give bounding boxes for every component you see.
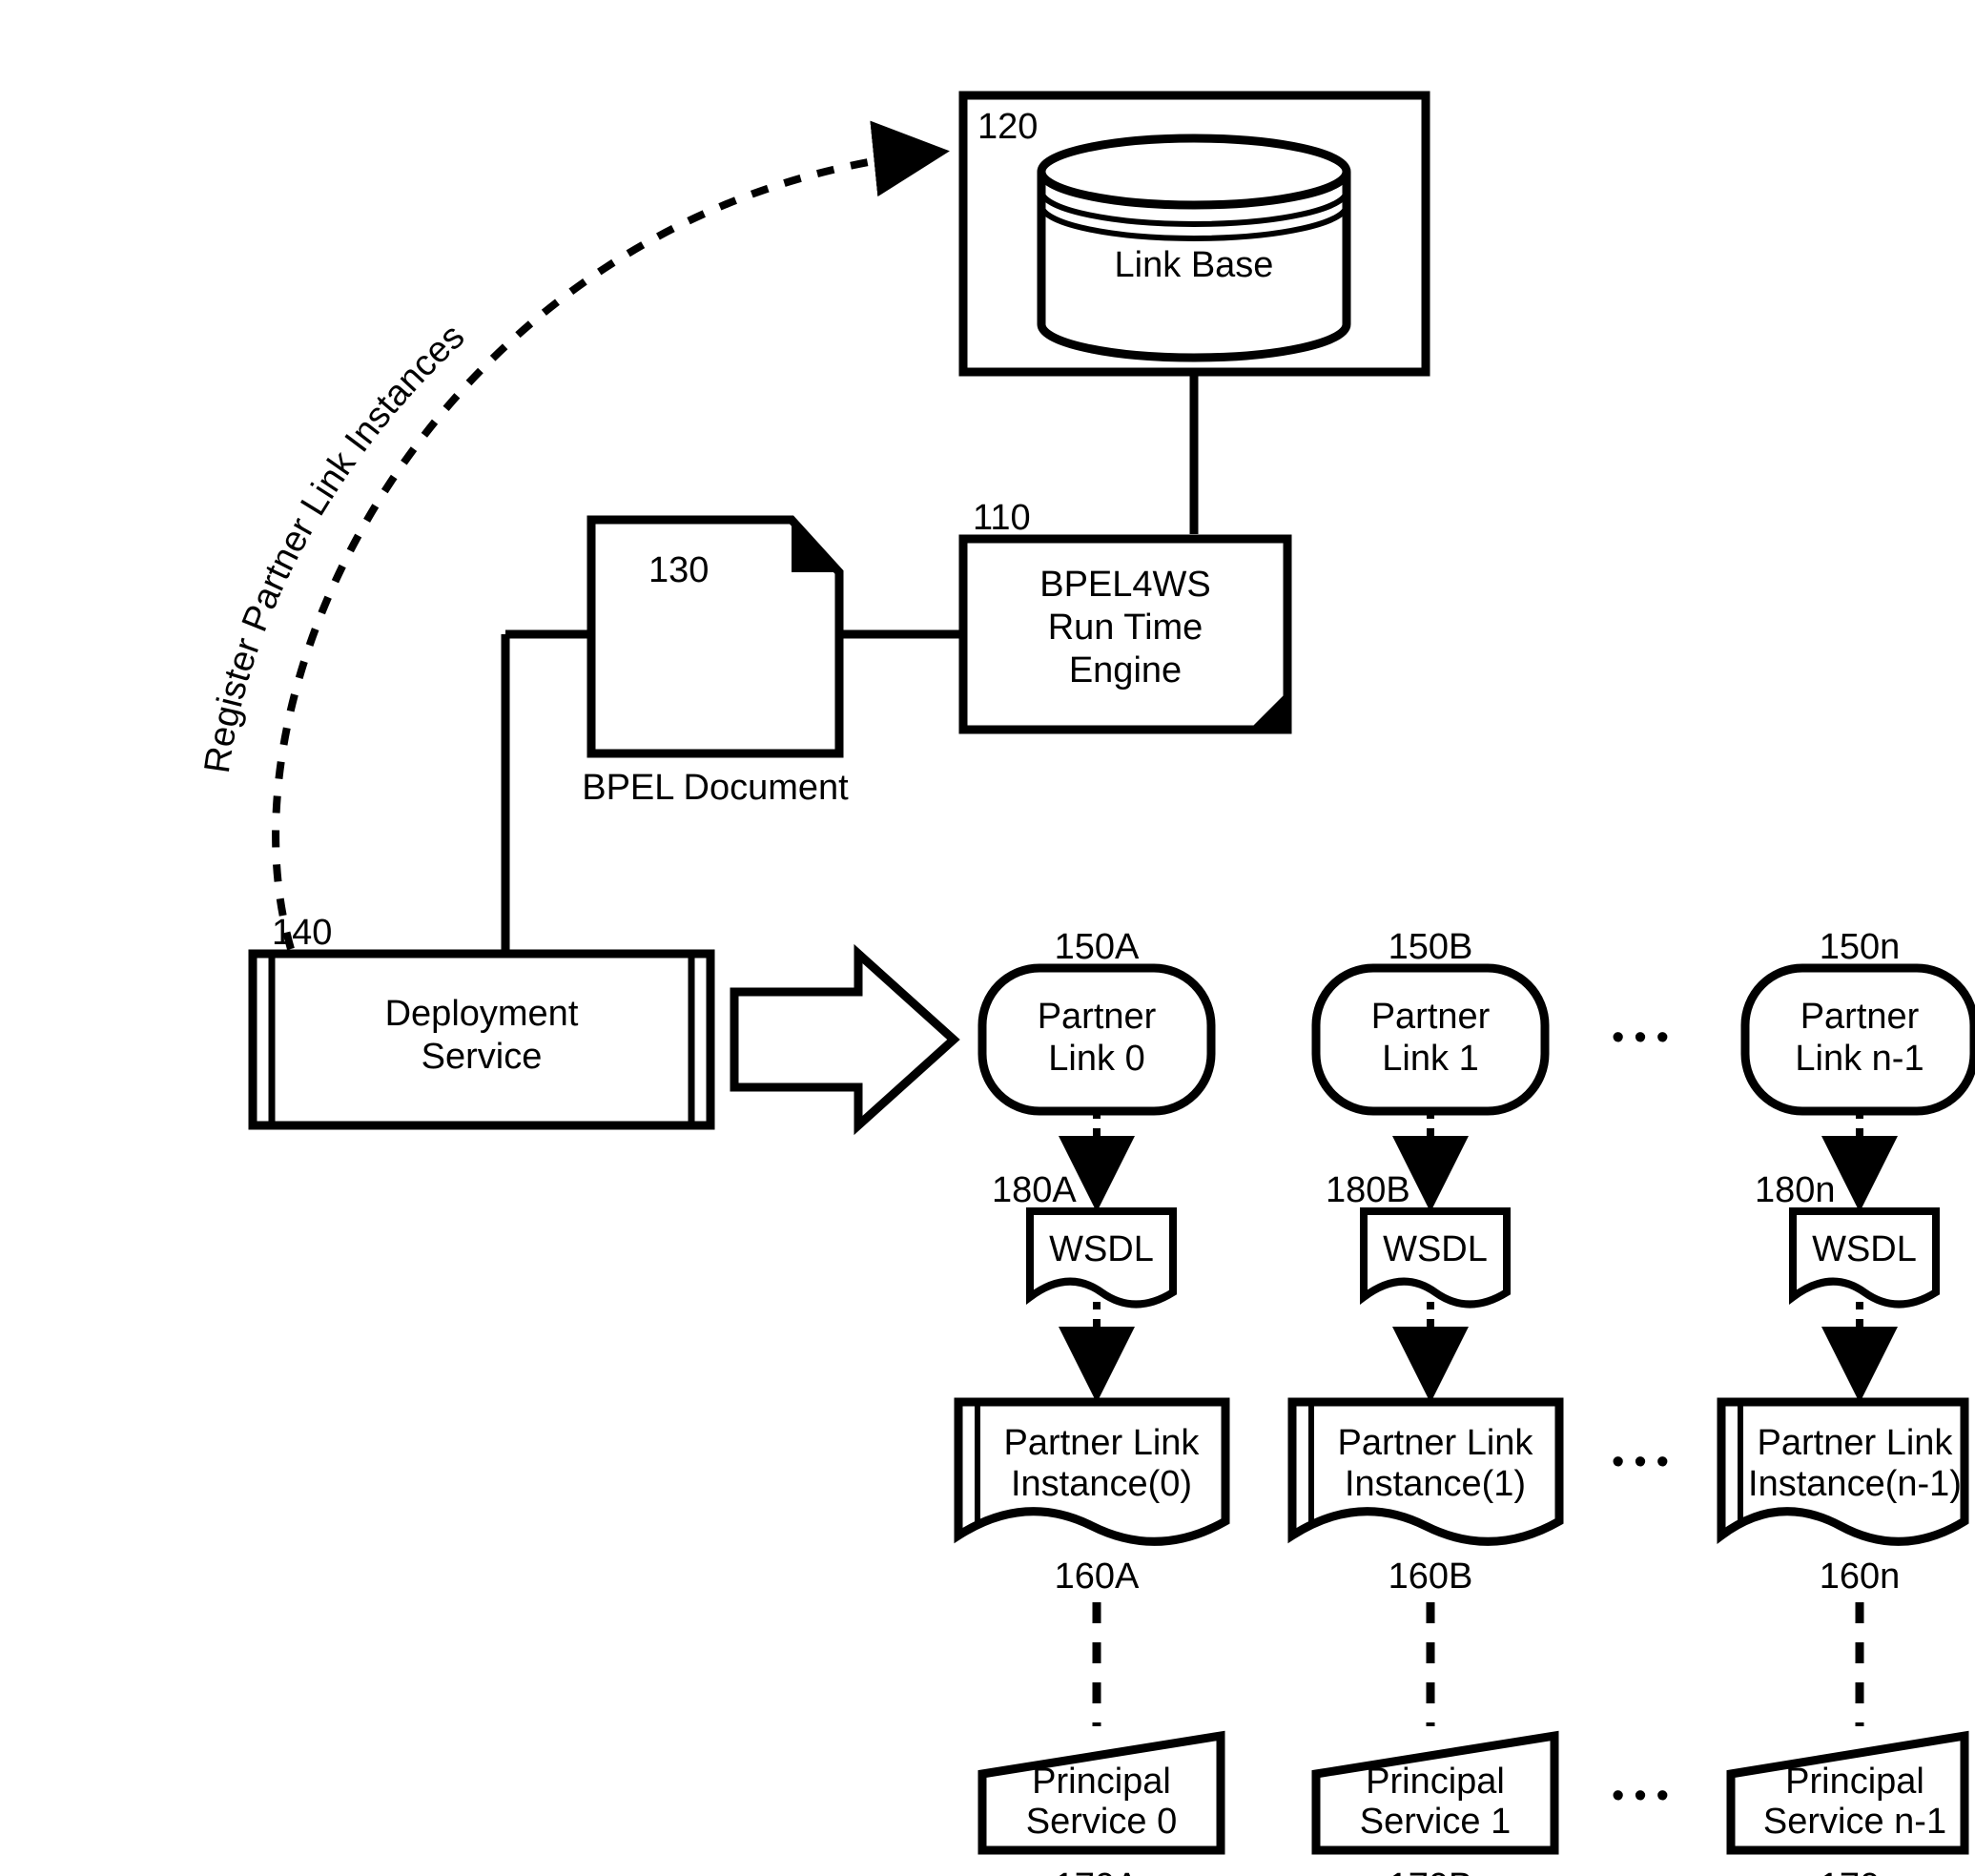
- i1-l2: Instance(1): [1345, 1464, 1526, 1504]
- partner-link-1: 150B Partner Link 1: [1316, 927, 1545, 1111]
- service-0: Principal Service 0 170A: [982, 1736, 1221, 1876]
- s1-l2: Service 1: [1360, 1802, 1511, 1842]
- engine-box: 110 BPEL4WS Run Time Engine: [963, 372, 1287, 730]
- dots-row3: •••: [1612, 1776, 1678, 1816]
- partner-link-0: 150A Partner Link 0: [982, 927, 1211, 1111]
- service-1: Principal Service 1 170B: [1316, 1736, 1554, 1876]
- wsdl-1: 180B WSDL: [1326, 1170, 1507, 1305]
- wsdl-0: 180A WSDL: [992, 1170, 1173, 1305]
- pl1-num: 150B: [1389, 927, 1473, 967]
- w1-text: WSDL: [1383, 1229, 1488, 1269]
- engine-l2: Run Time: [1048, 608, 1204, 648]
- linkbase-box: 120 Link Base: [963, 95, 1426, 372]
- engine-l3: Engine: [1069, 650, 1182, 691]
- sn-num: 170n: [1820, 1866, 1901, 1876]
- pln-l2: Link n-1: [1795, 1039, 1924, 1079]
- dots-row2: •••: [1612, 1442, 1678, 1482]
- partner-link-n: 150n Partner Link n-1: [1745, 927, 1974, 1111]
- i0-l2: Instance(0): [1011, 1464, 1192, 1504]
- s0-l2: Service 0: [1026, 1802, 1177, 1842]
- deploy-num: 140: [272, 913, 332, 953]
- pl1-l2: Link 1: [1382, 1039, 1478, 1079]
- i1-num: 160B: [1389, 1556, 1473, 1597]
- s0-l1: Principal: [1032, 1762, 1171, 1802]
- s1-num: 170B: [1389, 1866, 1473, 1876]
- register-arrow: Register Partner Link Instances: [197, 134, 935, 949]
- sn-l1: Principal: [1785, 1762, 1924, 1802]
- w0-text: WSDL: [1049, 1229, 1154, 1269]
- in-l1: Partner Link: [1758, 1423, 1954, 1463]
- pln-l1: Partner: [1800, 997, 1920, 1037]
- i1-l1: Partner Link: [1338, 1423, 1534, 1463]
- deploy-l2: Service: [422, 1037, 543, 1077]
- bpel-caption: BPEL Document: [582, 768, 849, 808]
- bpel-num: 130: [648, 550, 709, 590]
- pl1-l1: Partner: [1371, 997, 1491, 1037]
- i0-num: 160A: [1055, 1556, 1140, 1597]
- bpel-document: 130 BPEL Document: [582, 520, 963, 808]
- s1-l1: Principal: [1366, 1762, 1505, 1802]
- deployment-service: 140 Deployment Service: [253, 913, 710, 1125]
- instance-n: Partner Link Instance(n-1) 160n: [1721, 1402, 1965, 1597]
- in-num: 160n: [1820, 1556, 1901, 1597]
- deploy-l1: Deployment: [385, 994, 579, 1034]
- pln-num: 150n: [1820, 927, 1901, 967]
- service-n: Principal Service n-1 170n: [1731, 1736, 1965, 1876]
- instance-1: Partner Link Instance(1) 160B: [1292, 1402, 1559, 1597]
- sn-l2: Service n-1: [1763, 1802, 1946, 1842]
- instance-0: Partner Link Instance(0) 160A: [958, 1402, 1225, 1597]
- w0-num: 180A: [992, 1170, 1077, 1210]
- engine-num: 110: [973, 498, 1031, 538]
- wn-num: 180n: [1755, 1170, 1836, 1210]
- pl0-l2: Link 0: [1048, 1039, 1144, 1079]
- dots-row1: •••: [1612, 1018, 1678, 1058]
- w1-num: 180B: [1326, 1170, 1410, 1210]
- in-l2: Instance(n-1): [1748, 1464, 1962, 1504]
- linkbase-num: 120: [977, 107, 1038, 147]
- engine-l1: BPEL4WS: [1039, 565, 1211, 605]
- i0-l1: Partner Link: [1004, 1423, 1201, 1463]
- wn-text: WSDL: [1812, 1229, 1917, 1269]
- wide-arrow-icon: [734, 954, 954, 1125]
- pl0-l1: Partner: [1038, 997, 1157, 1037]
- pl0-num: 150A: [1055, 927, 1140, 967]
- linkbase-label: Link Base: [1115, 245, 1274, 285]
- wsdl-n: 180n WSDL: [1755, 1170, 1936, 1305]
- s0-num: 170A: [1055, 1866, 1140, 1876]
- register-label: Register Partner Link Instances: [197, 317, 472, 775]
